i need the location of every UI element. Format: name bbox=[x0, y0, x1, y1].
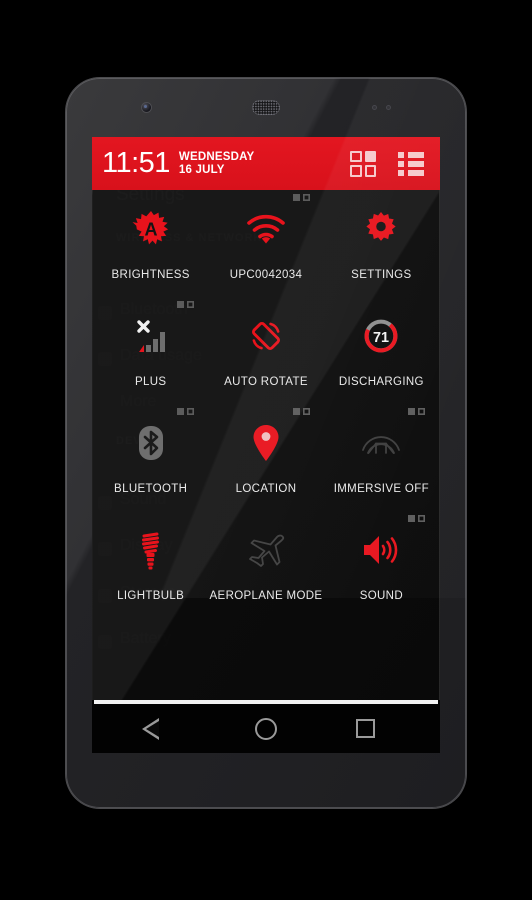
date-text: 16 JULY bbox=[178, 163, 225, 176]
tile-indicator bbox=[408, 515, 425, 522]
tile-label: SETTINGS bbox=[351, 269, 412, 281]
tile-label: AEROPLANE MODE bbox=[209, 590, 323, 602]
earpiece-speaker-icon bbox=[252, 100, 280, 115]
phone-screen: 11:51 WEDNESDAY 16 JULY A BRIGHTNESS UPC… bbox=[92, 137, 440, 753]
tile-settings[interactable]: SETTINGS bbox=[324, 190, 439, 297]
grid-cell-3 bbox=[350, 165, 362, 177]
list-view-icon[interactable] bbox=[398, 151, 424, 176]
aeroplane-icon bbox=[246, 529, 286, 571]
navbar-buttons bbox=[92, 704, 440, 753]
tile-indicator bbox=[292, 408, 310, 415]
header-actions bbox=[350, 150, 430, 177]
svg-text:A: A bbox=[144, 220, 157, 240]
quick-settings-tile-grid: A BRIGHTNESS UPC0042034 SETTINGS PLUS AU… bbox=[93, 190, 439, 618]
tile-label: BRIGHTNESS bbox=[111, 269, 190, 281]
tile-label: SOUND bbox=[359, 590, 403, 602]
bluetooth-icon bbox=[134, 422, 168, 464]
brightness-auto-icon: A bbox=[132, 208, 170, 250]
tile-label: PLUS bbox=[134, 376, 167, 388]
tile-indicator bbox=[408, 408, 425, 415]
grid-cell-4 bbox=[364, 165, 376, 177]
list-row bbox=[398, 160, 424, 167]
phone-device: 11:51 WEDNESDAY 16 JULY A BRIGHTNESS UPC… bbox=[66, 78, 466, 808]
tile-label: AUTO ROTATE bbox=[224, 376, 308, 388]
list-row bbox=[398, 151, 424, 158]
tile-label: UPC0042034 bbox=[229, 269, 303, 281]
battery-ring-icon: 71 bbox=[363, 315, 399, 357]
proximity-sensor-icon bbox=[372, 105, 377, 110]
tile-label: LIGHTBULB bbox=[117, 590, 185, 602]
phone-top-bezel bbox=[66, 78, 466, 137]
navigation-bar bbox=[92, 700, 440, 753]
battery-level-value: 71 bbox=[373, 330, 389, 346]
tile-label: BLUETOOTH bbox=[114, 483, 188, 495]
immersive-off-icon bbox=[360, 422, 402, 464]
tile-indicator bbox=[292, 194, 310, 201]
quick-settings-panel: A BRIGHTNESS UPC0042034 SETTINGS PLUS AU… bbox=[92, 190, 440, 753]
gear-icon bbox=[364, 208, 398, 250]
tile-sound[interactable]: SOUND bbox=[324, 511, 439, 618]
signal-off-icon bbox=[131, 315, 171, 357]
tile-wifi[interactable]: UPC0042034 bbox=[208, 190, 323, 297]
tile-mobile-data[interactable]: PLUS bbox=[93, 297, 208, 404]
tile-auto-rotate[interactable]: AUTO ROTATE bbox=[208, 297, 323, 404]
grid-cell-1 bbox=[350, 150, 362, 162]
tile-label: IMMERSIVE OFF bbox=[333, 483, 429, 495]
quick-settings-header: 11:51 WEDNESDAY 16 JULY bbox=[92, 137, 440, 190]
location-pin-icon bbox=[252, 422, 280, 464]
volume-on-icon bbox=[361, 529, 401, 571]
tile-lightbulb[interactable]: LIGHTBULB bbox=[93, 511, 208, 618]
wifi-icon bbox=[246, 208, 286, 250]
back-button[interactable] bbox=[141, 717, 176, 740]
grid-cell-2 bbox=[364, 150, 376, 162]
tile-location[interactable]: LOCATION bbox=[208, 404, 323, 511]
auto-rotate-icon bbox=[248, 315, 284, 357]
tile-indicator bbox=[177, 301, 194, 308]
tile-label: LOCATION bbox=[235, 483, 297, 495]
clock-time: 11:51 bbox=[102, 147, 170, 179]
home-button[interactable] bbox=[254, 717, 277, 740]
tile-battery[interactable]: 71 DISCHARGING bbox=[324, 297, 439, 404]
tile-aeroplane-mode[interactable]: AEROPLANE MODE bbox=[208, 511, 323, 618]
grid-view-icon[interactable] bbox=[350, 150, 376, 177]
lightbulb-icon bbox=[137, 529, 165, 571]
front-camera-icon bbox=[142, 103, 151, 112]
date-block: WEDNESDAY 16 JULY bbox=[179, 151, 255, 176]
list-row bbox=[398, 169, 424, 176]
recents-button[interactable] bbox=[355, 719, 375, 738]
tile-indicator bbox=[177, 408, 194, 415]
light-sensor-icon bbox=[386, 105, 391, 110]
day-of-week: WEDNESDAY bbox=[178, 151, 255, 164]
tile-label: DISCHARGING bbox=[338, 376, 424, 388]
tile-bluetooth[interactable]: BLUETOOTH bbox=[93, 404, 208, 511]
tile-immersive[interactable]: IMMERSIVE OFF bbox=[324, 404, 439, 511]
tile-brightness[interactable]: A BRIGHTNESS bbox=[93, 190, 208, 297]
